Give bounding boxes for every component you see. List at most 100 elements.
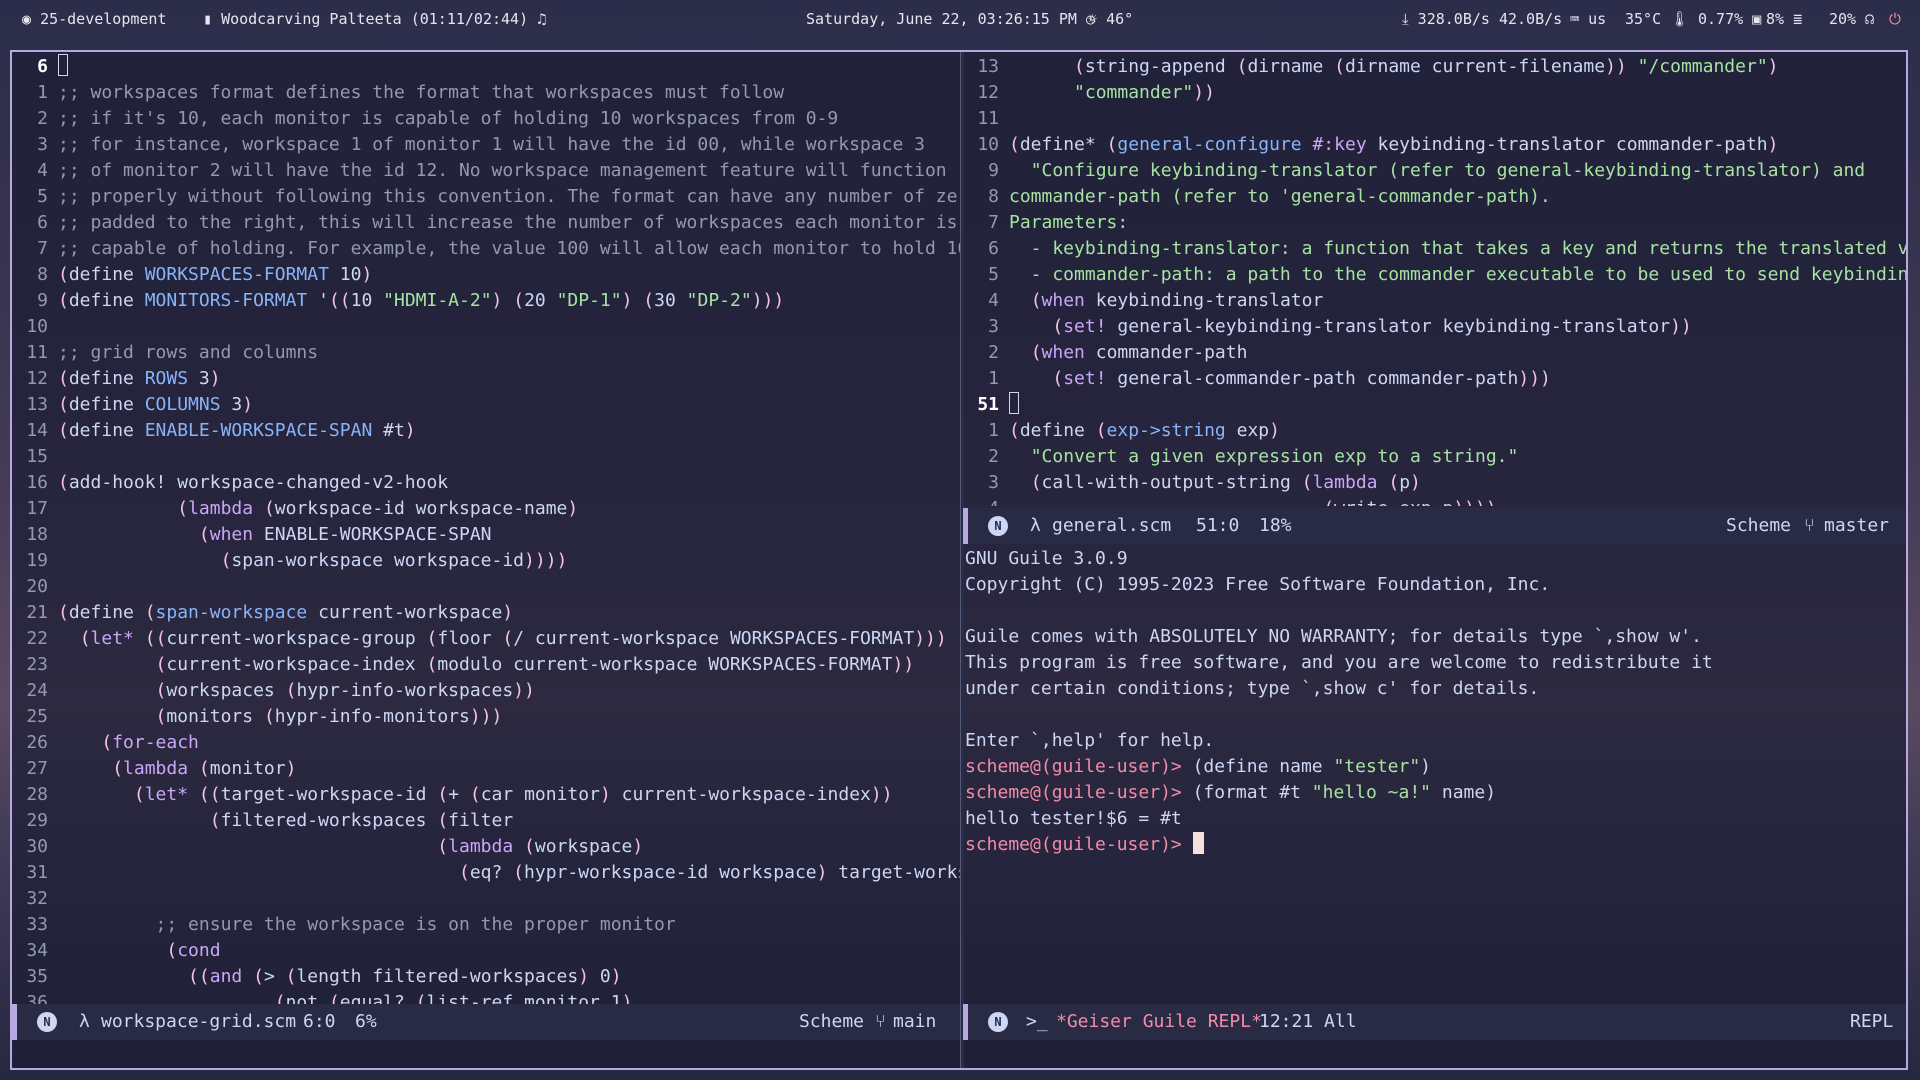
- code-line[interactable]: 25 (monitors (hypr-info-monitors))): [12, 704, 960, 730]
- repl-line[interactable]: scheme@(guile-user)> (define name "teste…: [963, 754, 1906, 780]
- guile-repl-buffer[interactable]: GNU Guile 3.0.9 Copyright (C) 1995-2023 F…: [963, 546, 1906, 1006]
- code-line[interactable]: 9 "Configure keybinding-translator (refe…: [963, 158, 1906, 184]
- code-token: Parameters:: [1009, 212, 1129, 233]
- code-line[interactable]: 4 (write exp p)))): [963, 496, 1906, 506]
- code-token: general-commander-path commander-path: [1106, 368, 1519, 389]
- code-line[interactable]: 4 ;; of monitor 2 will have the id 12. No…: [12, 158, 960, 184]
- code-line[interactable]: 10: [12, 314, 960, 340]
- code-line[interactable]: 18 (when ENABLE-WORKSPACE-SPAN: [12, 522, 960, 548]
- buffer-name[interactable]: general.scm: [1052, 515, 1171, 536]
- clock[interactable]: Saturday, June 22, 03:26:15 PM ◷: [806, 10, 1095, 28]
- code-line[interactable]: 22 (let* ((current-workspace-group (floo…: [12, 626, 960, 652]
- repl-line[interactable]: [963, 702, 1906, 728]
- buffer-name[interactable]: workspace-grid.scm: [101, 1011, 296, 1032]
- code-line[interactable]: 34 (cond: [12, 938, 960, 964]
- code-line[interactable]: 13 (string-append (dirname (dirname curr…: [963, 54, 1906, 80]
- code-line[interactable]: 12 "commander")): [963, 80, 1906, 106]
- code-line[interactable]: 29 (filtered-workspaces (filter: [12, 808, 960, 834]
- code-line[interactable]: 26 (for-each: [12, 730, 960, 756]
- code-line[interactable]: 6: [12, 54, 960, 80]
- code-line[interactable]: 5 ;; properly without following this conv…: [12, 184, 960, 210]
- code-line[interactable]: 28 (let* ((target-workspace-id (+ (car m…: [12, 782, 960, 808]
- media-player[interactable]: ▮ Woodcarving Palteeta (01:11/02:44) ♫: [203, 10, 546, 28]
- code-line[interactable]: 7 ;; capable of holding. For example, the…: [12, 236, 960, 262]
- code-line[interactable]: 20: [12, 574, 960, 600]
- repl-line[interactable]: scheme@(guile-user)> (format #t "hello ~…: [963, 780, 1906, 806]
- code-line[interactable]: 33 ;; ensure the workspace is on the pro…: [12, 912, 960, 938]
- code-line[interactable]: 23 (current-workspace-index (modulo curr…: [12, 652, 960, 678]
- code-line[interactable]: 9 (define MONITORS-FORMAT '((10 "HDMI-A-2…: [12, 288, 960, 314]
- code-line[interactable]: 10 (define* (general-configure #:key keyb…: [963, 132, 1906, 158]
- code-line[interactable]: 51: [963, 392, 1906, 418]
- repl-line[interactable]: under certain conditions; type `,show c'…: [963, 676, 1906, 702]
- code-line[interactable]: 5 - commander-path: a path to the comman…: [963, 262, 1906, 288]
- buffer-name[interactable]: *Geiser Guile REPL*: [1056, 1011, 1262, 1032]
- major-mode[interactable]: Scheme: [1726, 515, 1791, 536]
- repl-line[interactable]: Copyright (C) 1995-2023 Free Software Fo…: [963, 572, 1906, 598]
- code-line[interactable]: 30 (lambda (workspace): [12, 834, 960, 860]
- code-line[interactable]: 1 ;; workspaces format defines the format…: [12, 80, 960, 106]
- major-mode[interactable]: Scheme: [799, 1011, 864, 1032]
- code-line[interactable]: 2 ;; if it's 10, each monitor is capable …: [12, 106, 960, 132]
- line-number: 1: [988, 368, 999, 389]
- code-line[interactable]: 6 ;; padded to the right, this will incre…: [12, 210, 960, 236]
- left-editor-pane[interactable]: 6 1 ;; workspaces format defines the forma…: [12, 52, 960, 1004]
- git-branch[interactable]: master: [1824, 515, 1889, 536]
- repl-modeline[interactable]: N >_ *Geiser Guile REPL* 12:21 All REPL: [963, 1004, 1906, 1040]
- general-modeline[interactable]: N λ general.scm 51:0 18% Scheme ⑂ master: [963, 508, 1906, 544]
- code-line[interactable]: 21 (define (span-workspace current-worksp…: [12, 600, 960, 626]
- code-line[interactable]: 19 (span-workspace workspace-id)))): [12, 548, 960, 574]
- repl-line[interactable]: hello tester!$6 = #t: [963, 806, 1906, 832]
- weather-widget[interactable]: ☼ 46°: [1088, 10, 1133, 28]
- code-line[interactable]: 17 (lambda (workspace-id workspace-name): [12, 496, 960, 522]
- code-line[interactable]: 6 - keybinding-translator: a function th…: [963, 236, 1906, 262]
- left-code-buffer[interactable]: 6 1 ;; workspaces format defines the forma…: [12, 54, 960, 1004]
- code-line[interactable]: 14 (define ENABLE-WORKSPACE-SPAN #t): [12, 418, 960, 444]
- code-line[interactable]: 2 (when commander-path: [963, 340, 1906, 366]
- code-token: ((: [328, 290, 351, 311]
- code-line[interactable]: 32: [12, 886, 960, 912]
- network-widget: ⤓ 328.0B/s 42.0B/s: [1402, 10, 1562, 28]
- repl-line[interactable]: GNU Guile 3.0.9: [963, 546, 1906, 572]
- code-line[interactable]: 3 (set! general-keybinding-translator ke…: [963, 314, 1906, 340]
- power-icon[interactable]: ⏻: [1889, 10, 1901, 28]
- code-line[interactable]: 12 (define ROWS 3): [12, 366, 960, 392]
- code-line[interactable]: 8 (define WORKSPACES-FORMAT 10): [12, 262, 960, 288]
- git-branch[interactable]: main: [893, 1011, 936, 1032]
- workspace-indicator[interactable]: ◉ 25-development: [22, 10, 167, 28]
- code-line[interactable]: 31 (eq? (hypr-workspace-id workspace) ta…: [12, 860, 960, 886]
- code-line[interactable]: 3 ;; for instance, workspace 1 of monitor…: [12, 132, 960, 158]
- code-line[interactable]: 11 ;; grid rows and columns: [12, 340, 960, 366]
- workspace-grid-modeline[interactable]: N λ workspace-grid.scm 6:0 6% Scheme ⑂ m…: [12, 1004, 960, 1040]
- code-line[interactable]: 2 "Convert a given expression exp to a s…: [963, 444, 1906, 470]
- code-line[interactable]: 7 Parameters:: [963, 210, 1906, 236]
- right-code-buffer[interactable]: 13 (string-append (dirname (dirname curr…: [963, 54, 1906, 506]
- code-line[interactable]: 3 (call-with-output-string (lambda (p): [963, 470, 1906, 496]
- repl-line[interactable]: scheme@(guile-user)>: [963, 832, 1906, 858]
- repl-line[interactable]: This program is free software, and you a…: [963, 650, 1906, 676]
- repl-line[interactable]: Guile comes with ABSOLUTELY NO WARRANTY;…: [963, 624, 1906, 650]
- repl-line[interactable]: Enter `,help' for help.: [963, 728, 1906, 754]
- code-line[interactable]: 16 (add-hook! workspace-changed-v2-hook: [12, 470, 960, 496]
- repl-line[interactable]: [963, 598, 1906, 624]
- code-line[interactable]: 24 (workspaces (hypr-info-workspaces)): [12, 678, 960, 704]
- code-line[interactable]: 36 (not (equal? (list-ref monitor 1): [12, 990, 960, 1004]
- major-mode[interactable]: REPL: [1850, 1011, 1893, 1032]
- code-line[interactable]: 1 (set! general-commander-path commander…: [963, 366, 1906, 392]
- code-line[interactable]: 11: [963, 106, 1906, 132]
- code-line[interactable]: 13 (define COLUMNS 3): [12, 392, 960, 418]
- code-token: "DP-2": [686, 290, 752, 311]
- code-token: (: [133, 784, 145, 805]
- code-token: (: [502, 628, 514, 649]
- code-line[interactable]: 1 (define (exp->string exp): [963, 418, 1906, 444]
- code-line[interactable]: 8 commander-path (refer to 'general-comma…: [963, 184, 1906, 210]
- code-line[interactable]: 4 (when keybinding-translator: [963, 288, 1906, 314]
- code-line[interactable]: 15: [12, 444, 960, 470]
- keyboard-widget[interactable]: ⌨ us: [1570, 10, 1606, 28]
- code-line[interactable]: 27 (lambda (monitor): [12, 756, 960, 782]
- code-line[interactable]: 35 ((and (> (length filtered-workspaces)…: [12, 964, 960, 990]
